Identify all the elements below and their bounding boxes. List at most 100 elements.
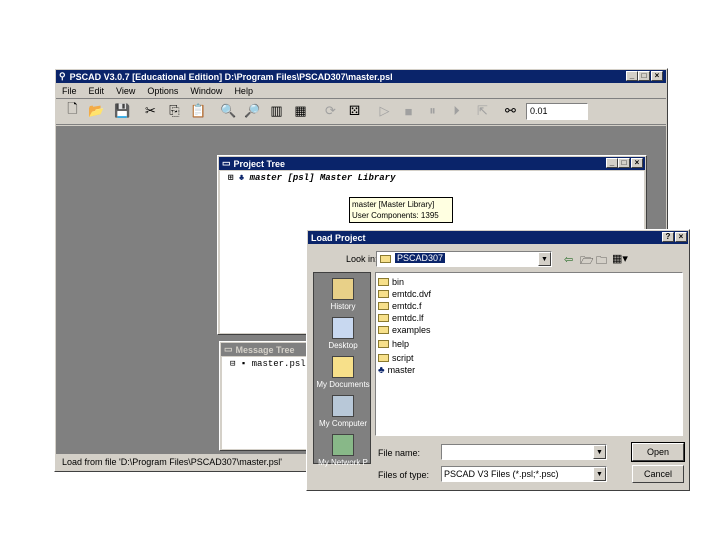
stop-icon[interactable]: ■: [398, 100, 419, 122]
expand-icon[interactable]: ⊞: [228, 173, 233, 183]
file-name: emtdc.lf: [392, 313, 424, 323]
minimize-button[interactable]: _: [626, 71, 638, 81]
file-name: emtdc.f: [392, 301, 422, 311]
menu-help[interactable]: Help: [234, 86, 253, 96]
expand-icon[interactable]: ⊟: [230, 359, 235, 369]
view-panel-icon[interactable]: ▥: [266, 100, 287, 122]
list-item[interactable]: examples: [378, 324, 431, 336]
pause-icon[interactable]: ⏸: [422, 100, 443, 122]
back-icon[interactable]: ⇦: [564, 253, 573, 266]
components-icon[interactable]: ⚄: [344, 100, 365, 122]
menu-bar: File Edit View Options Window Help: [62, 86, 265, 96]
file-name: emtdc.dvf: [392, 289, 432, 299]
filename-input[interactable]: ▼: [441, 444, 607, 460]
list-item[interactable]: help: [378, 338, 409, 350]
place-history[interactable]: History: [316, 278, 370, 311]
open-folder-icon[interactable]: 📂: [86, 100, 107, 122]
place-my-computer[interactable]: My Computer: [316, 395, 370, 428]
look-in-value: PSCAD307: [395, 253, 446, 263]
time-step-value: 0.01: [530, 106, 548, 116]
message-tree-item-label: master.psl: [251, 359, 306, 369]
save-icon[interactable]: 💾: [112, 100, 133, 122]
chevron-down-icon[interactable]: ▼: [538, 252, 551, 266]
main-titlebar[interactable]: ⚲ PSCAD V3.0.7 [Educational Edition] D:\…: [56, 70, 666, 83]
file-name: bin: [392, 277, 405, 287]
folder-icon: [378, 290, 389, 298]
folder-icon: [378, 354, 389, 362]
dialog-titlebar[interactable]: Load Project: [308, 231, 688, 244]
place-my-network[interactable]: My Network P: [316, 434, 370, 467]
place-desktop[interactable]: Desktop: [316, 317, 370, 350]
menu-view[interactable]: View: [116, 86, 135, 96]
copy-icon[interactable]: ⎘: [164, 100, 185, 122]
desktop-icon: [332, 317, 354, 339]
window-icon: ▭: [222, 158, 231, 168]
zoom-in-icon[interactable]: 🔍: [218, 100, 239, 122]
filename-label: File name:: [378, 448, 421, 458]
place-desktop-label: Desktop: [328, 341, 358, 350]
main-window-title: PSCAD V3.0.7 [Educational Edition] D:\Pr…: [69, 71, 393, 82]
place-history-label: History: [330, 302, 356, 311]
menu-file[interactable]: File: [62, 86, 77, 96]
place-my-documents-label: My Documents: [316, 380, 370, 389]
maximize-button[interactable]: □: [638, 71, 650, 81]
cancel-label: Cancel: [643, 469, 672, 479]
menu-window[interactable]: Window: [190, 86, 222, 96]
list-item[interactable]: bin: [378, 276, 404, 288]
documents-icon: [332, 356, 354, 378]
filetype-value: PSCAD V3 Files (*.psl;*.psc): [444, 469, 559, 479]
step-icon[interactable]: ⏵: [446, 100, 467, 122]
computer-icon: [332, 395, 354, 417]
list-item[interactable]: ♣ master: [378, 364, 415, 376]
look-in-dropdown[interactable]: PSCAD307 ▼: [376, 251, 552, 267]
dialog-help-button[interactable]: ?: [662, 232, 674, 242]
project-tree-root[interactable]: ⊞ ♣ master [psl] Master Library: [228, 173, 395, 183]
new-file-icon[interactable]: 🗋: [62, 100, 83, 122]
close-button[interactable]: ×: [651, 71, 663, 81]
network-icon: [332, 434, 354, 456]
folder-icon: [378, 314, 389, 322]
view-menu-icon[interactable]: ▦▾: [612, 252, 628, 265]
filetype-dropdown[interactable]: PSCAD V3 Files (*.psl;*.psc) ▼: [441, 466, 607, 482]
paste-icon[interactable]: 📋: [188, 100, 209, 122]
chevron-down-icon[interactable]: ▼: [593, 445, 606, 459]
binoculars-icon[interactable]: ⚯: [500, 100, 521, 122]
up-folder-icon[interactable]: 🗁: [580, 252, 594, 271]
menu-edit[interactable]: Edit: [89, 86, 105, 96]
new-folder-icon[interactable]: 🗀: [596, 252, 607, 271]
project-tree-titlebar[interactable]: ▭ Project Tree: [219, 157, 645, 170]
window-icon: ▭: [224, 344, 233, 354]
snapshot-icon[interactable]: ⇱: [472, 100, 493, 122]
project-tree-maximize-button[interactable]: □: [618, 158, 630, 168]
project-tree-minimize-button[interactable]: _: [606, 158, 618, 168]
time-step-field[interactable]: 0.01: [526, 103, 588, 120]
folder-icon: [378, 326, 389, 334]
message-tree-item[interactable]: ⊟ ▪ master.psl: [230, 359, 306, 369]
menu-options[interactable]: Options: [147, 86, 178, 96]
project-tree-close-button[interactable]: ×: [631, 158, 643, 168]
cancel-button[interactable]: Cancel: [632, 465, 684, 483]
zoom-out-icon[interactable]: 🔎: [242, 100, 263, 122]
place-my-documents[interactable]: My Documents: [316, 356, 370, 389]
chevron-down-icon[interactable]: ▼: [593, 467, 606, 481]
list-item[interactable]: emtdc.dvf: [378, 288, 431, 300]
filetype-label: Files of type:: [378, 470, 430, 480]
list-item[interactable]: emtdc.f: [378, 300, 422, 312]
history-icon: [332, 278, 354, 300]
file-name: examples: [392, 325, 431, 335]
message-tree-title: Message Tree: [235, 344, 295, 355]
file-icon: ▪: [240, 359, 247, 369]
refresh-icon[interactable]: ⟳: [320, 100, 341, 122]
dialog-close-button[interactable]: ×: [675, 232, 687, 242]
folder-icon: [380, 255, 391, 263]
pscad-app-icon: ⚲: [59, 71, 66, 81]
cut-icon[interactable]: ✂: [140, 100, 161, 122]
open-button[interactable]: Open: [631, 442, 685, 462]
list-item[interactable]: script: [378, 352, 414, 364]
pscad-file-icon: ♣: [378, 364, 385, 376]
folder-icon: [378, 278, 389, 286]
view-split-icon[interactable]: ▦: [290, 100, 311, 122]
place-my-computer-label: My Computer: [318, 419, 367, 428]
run-icon[interactable]: ▷: [374, 100, 395, 122]
list-item[interactable]: emtdc.lf: [378, 312, 424, 324]
